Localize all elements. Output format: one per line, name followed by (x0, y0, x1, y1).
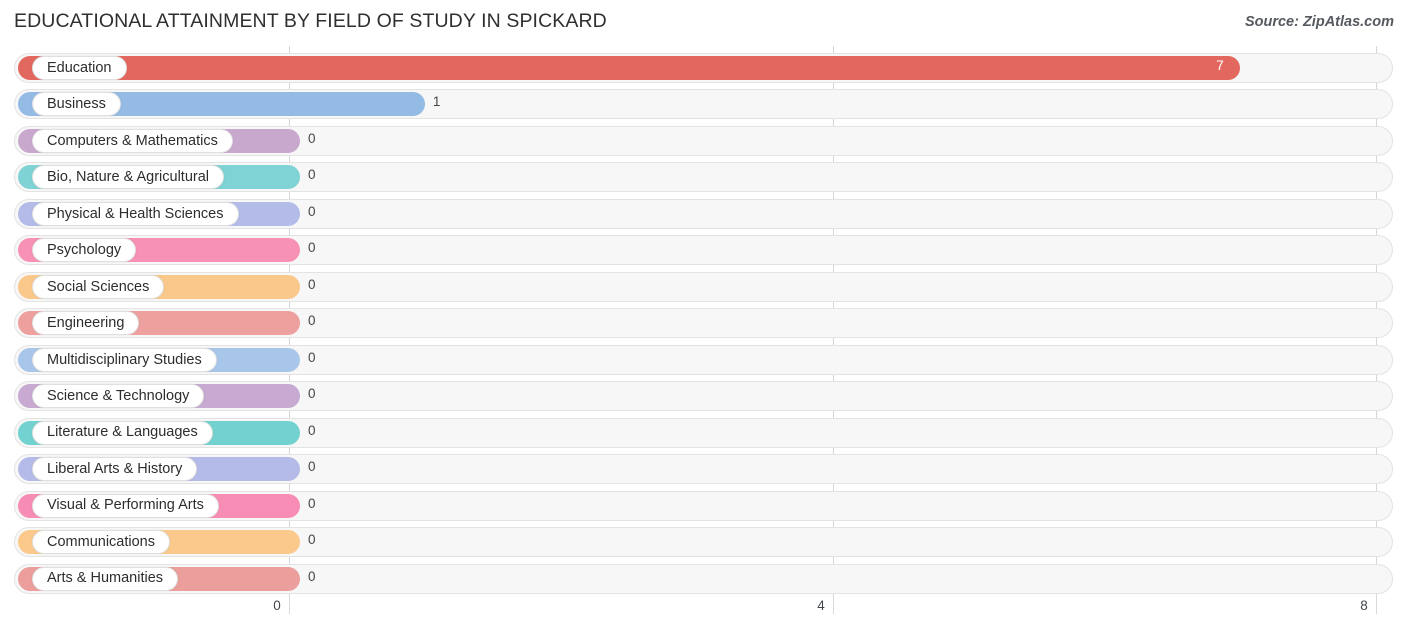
chart-page: EDUCATIONAL ATTAINMENT BY FIELD OF STUDY… (0, 0, 1406, 631)
axis-tick-label: 8 (1360, 598, 1368, 613)
bar-row: Communications 0 (0, 527, 1406, 558)
category-label-badge: Multidisciplinary Studies (32, 347, 217, 372)
category-label-badge: Liberal Arts & History (32, 457, 198, 482)
bar-row: Multidisciplinary Studies 0 (0, 344, 1406, 375)
bar-row: Visual & Performing Arts 0 (0, 490, 1406, 521)
bar-value-label: 0 (308, 130, 316, 146)
bar-value-label: 0 (308, 568, 316, 584)
category-label: Visual & Performing Arts (47, 497, 204, 514)
bar-value-label: 7 (1216, 58, 1224, 73)
bar-row: Arts & Humanities 0 (0, 563, 1406, 594)
source-attribution: Source: ZipAtlas.com (1244, 14, 1394, 30)
bar-row: Social Sciences 0 (0, 271, 1406, 302)
category-label-badge: Arts & Humanities (32, 566, 179, 591)
axis-tick-label: 4 (817, 598, 825, 613)
bar-value-label: 0 (308, 532, 316, 548)
bar-value-label: 0 (308, 422, 316, 438)
bar-value-label: 0 (308, 240, 316, 256)
bar-value-label: 0 (308, 167, 316, 183)
bar-row: Physical & Health Sciences 0 (0, 198, 1406, 229)
bar-value-label: 0 (308, 349, 316, 365)
bar-value-label: 0 (308, 313, 316, 329)
category-label: Science & Technology (47, 387, 190, 404)
bar-value-label: 0 (308, 386, 316, 402)
bar-value-label: 1 (432, 94, 441, 110)
category-label-badge: Business (32, 92, 121, 117)
category-label: Bio, Nature & Agricultural (47, 169, 209, 186)
category-label-badge: Bio, Nature & Agricultural (32, 165, 224, 190)
bar-row: Education 7 (0, 53, 1406, 83)
axis-tick-mark (289, 595, 290, 614)
category-label: Social Sciences (47, 278, 150, 295)
category-label-badge: Engineering (32, 311, 140, 336)
chart-header: EDUCATIONAL ATTAINMENT BY FIELD OF STUDY… (0, 0, 1406, 44)
bar[interactable] (18, 56, 1241, 80)
axis-tick-mark (833, 595, 834, 614)
category-label: Communications (47, 533, 155, 550)
category-label: Computers & Mathematics (47, 132, 218, 149)
category-label: Liberal Arts & History (47, 460, 183, 477)
bar-row: Engineering 0 (0, 308, 1406, 339)
page-title: EDUCATIONAL ATTAINMENT BY FIELD OF STUDY… (14, 10, 607, 32)
x-axis: 0 4 8 (0, 595, 1406, 631)
category-label-badge: Computers & Mathematics (32, 128, 233, 153)
category-label: Multidisciplinary Studies (47, 351, 202, 368)
category-label-badge: Psychology (32, 238, 137, 263)
category-label: Literature & Languages (47, 424, 198, 441)
bar-value-label: 0 (308, 459, 316, 475)
bar-row: Computers & Mathematics 0 (0, 125, 1406, 156)
category-label-badge: Physical & Health Sciences (32, 201, 239, 226)
category-label-badge: Social Sciences (32, 274, 165, 299)
category-label: Business (47, 96, 106, 113)
plot-area: Education 7 Business 1 Computers & Mathemati… (0, 46, 1406, 595)
bar-value-label: 0 (308, 495, 316, 511)
bar-value-label: 0 (308, 203, 316, 219)
bar-value-label: 0 (308, 276, 316, 292)
axis-tick-mark (1376, 595, 1377, 614)
bar-row: Liberal Arts & History 0 (0, 454, 1406, 485)
category-label: Arts & Humanities (47, 570, 164, 587)
category-label-badge: Communications (32, 530, 170, 555)
category-label-badge: Visual & Performing Arts (32, 493, 219, 518)
category-label: Physical & Health Sciences (47, 205, 224, 222)
bar-row: Bio, Nature & Agricultural 0 (0, 162, 1406, 193)
category-label: Engineering (47, 315, 125, 332)
category-label: Education (47, 59, 112, 76)
category-label-badge: Science & Technology (32, 384, 205, 409)
bar-row: Literature & Languages 0 (0, 417, 1406, 448)
bar-row: Business 1 (0, 89, 1406, 120)
axis-tick-label: 0 (273, 598, 281, 613)
category-label-badge: Education (32, 56, 127, 80)
category-label: Psychology (47, 242, 122, 259)
bar-row: Science & Technology 0 (0, 381, 1406, 412)
bar-row: Psychology 0 (0, 235, 1406, 266)
category-label-badge: Literature & Languages (32, 420, 213, 445)
